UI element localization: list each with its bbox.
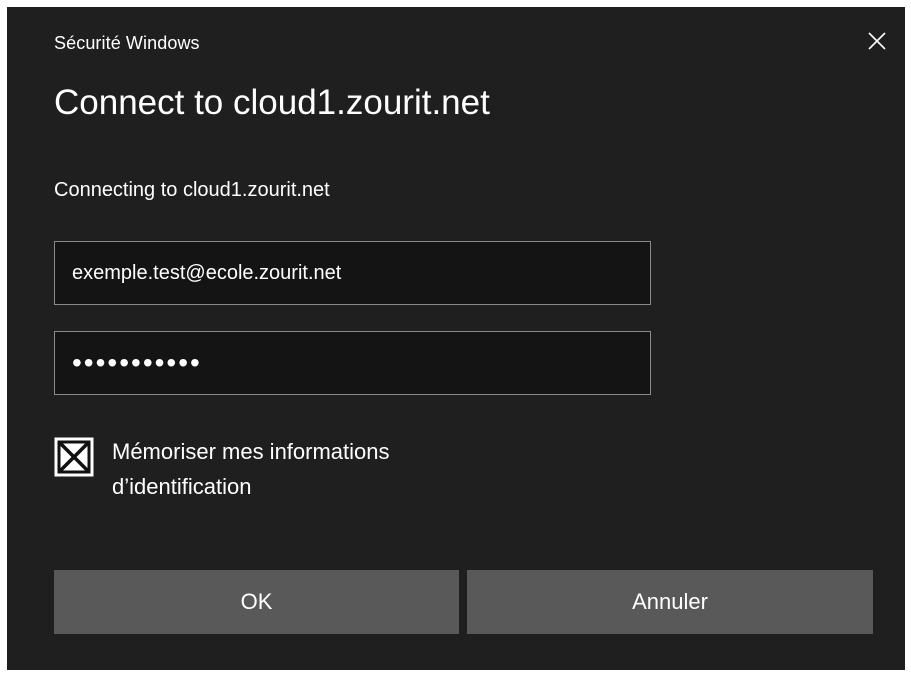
remember-credentials-row[interactable]: Mémoriser mes informations d’identificat…: [54, 435, 492, 504]
password-field[interactable]: [54, 331, 651, 395]
dialog-subtitle: Connecting to cloud1.zourit.net: [54, 179, 330, 201]
remember-credentials-checkbox[interactable]: [54, 437, 94, 477]
cancel-button[interactable]: Annuler: [467, 570, 873, 634]
close-icon: [868, 32, 886, 50]
close-button[interactable]: [857, 21, 897, 61]
ok-button[interactable]: OK: [54, 570, 459, 634]
dialog-heading: Connect to cloud1.zourit.net: [54, 83, 490, 122]
username-field[interactable]: [54, 241, 651, 305]
remember-credentials-label: Mémoriser mes informations d’identificat…: [112, 439, 390, 499]
window-title: Sécurité Windows: [54, 33, 200, 53]
credential-dialog: Sécurité Windows Connect to cloud1.zouri…: [7, 7, 905, 670]
